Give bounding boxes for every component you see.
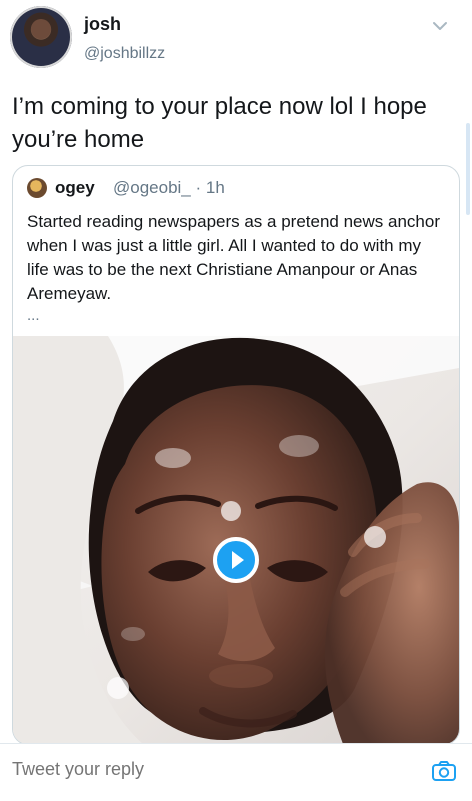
play-icon[interactable] xyxy=(213,537,259,583)
quote-author-name[interactable]: ogey xyxy=(55,178,95,198)
author-name[interactable]: josh xyxy=(84,14,121,35)
tweet-header: josh @joshbillzz xyxy=(0,0,472,80)
quoted-tweet-card[interactable]: ogey @ogeobi_ · 1h Started reading newsp… xyxy=(12,165,460,745)
scrollbar[interactable] xyxy=(466,123,470,215)
quote-more: ... xyxy=(27,307,40,324)
chevron-down-icon[interactable] xyxy=(430,16,450,36)
quote-author-handle[interactable]: @ogeobi_ · 1h xyxy=(113,178,225,198)
author-handle[interactable]: @joshbillzz xyxy=(84,45,165,63)
reply-bar xyxy=(0,743,472,801)
avatar[interactable] xyxy=(10,6,72,68)
camera-icon[interactable] xyxy=(431,760,457,784)
quote-text: Started reading newspapers as a pretend … xyxy=(27,212,440,303)
reply-input[interactable] xyxy=(12,759,412,780)
quote-avatar[interactable] xyxy=(27,178,47,198)
video-thumbnail[interactable] xyxy=(13,336,459,744)
tweet-text: I’m coming to your place now lol I hope … xyxy=(12,93,427,153)
